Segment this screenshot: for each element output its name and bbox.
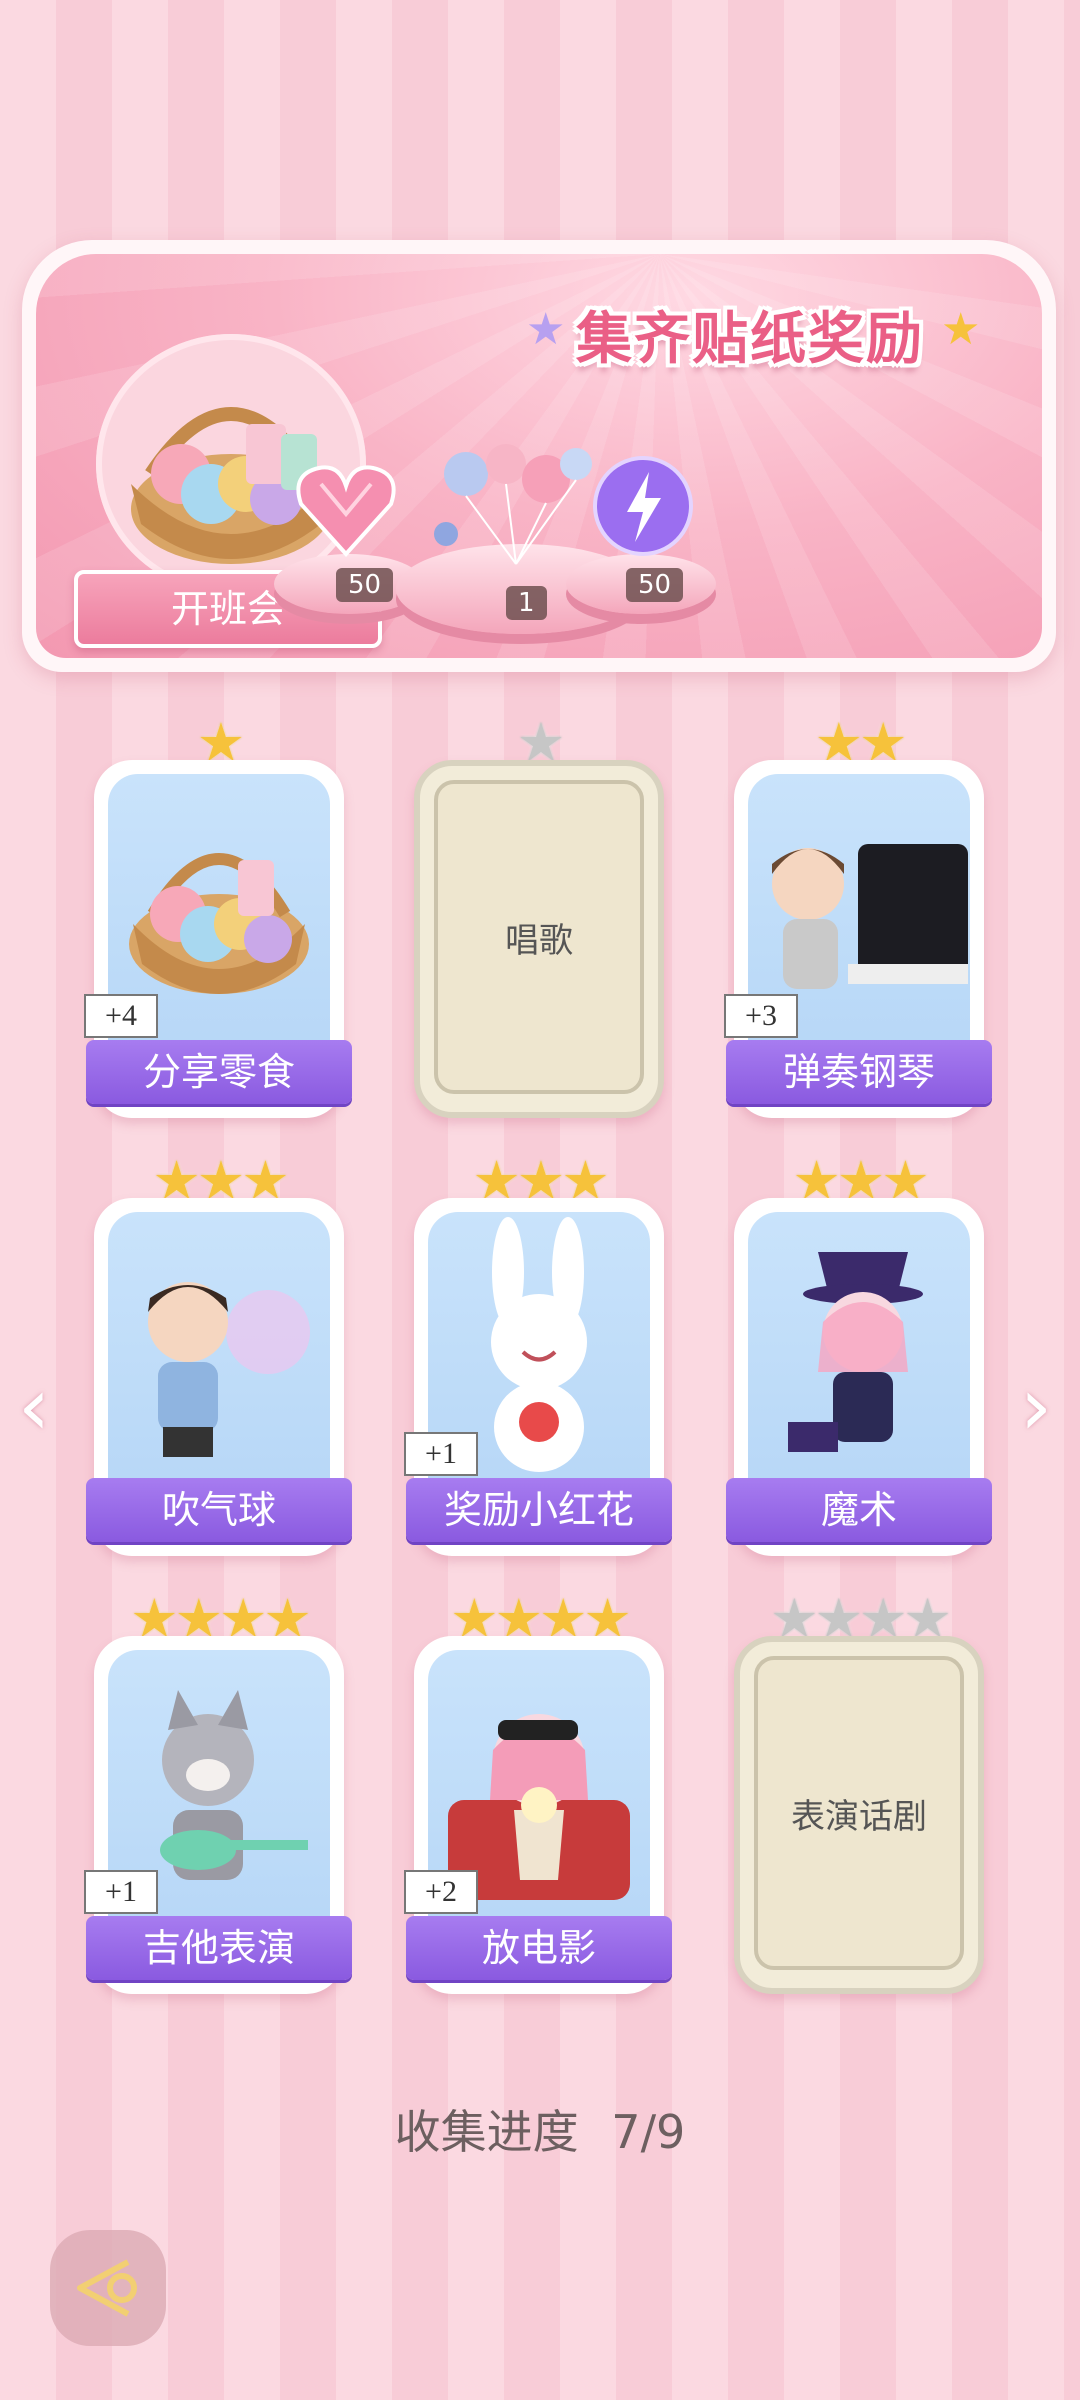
reward-banner-background: 集齐贴纸奖励 ★ ★ 开班会 50 1 50: [36, 254, 1042, 658]
star-deco-icon: ★: [941, 304, 981, 355]
locked-card-panel: 唱歌: [434, 780, 644, 1094]
locked-card-label: 表演话剧: [791, 1796, 927, 1837]
sticker-card[interactable]: ★★★★ 放电影 +2: [404, 1592, 672, 1996]
magician-girl-icon: [788, 1252, 923, 1452]
heart-gem-icon[interactable]: [291, 454, 401, 564]
chevron-left-icon[interactable]: ‹: [18, 1360, 50, 1453]
back-icon: [77, 2259, 137, 2317]
banner-title: 集齐贴纸奖励: [576, 307, 924, 372]
sticker-card[interactable]: ★ 分享零食 +4: [84, 716, 352, 1120]
bonus-count-badge: +4: [84, 994, 158, 1038]
card-label: 奖励小红花: [406, 1478, 672, 1542]
progress-value: 7/9: [611, 2105, 686, 2159]
collection-progress: 收集进度 7/9: [0, 2096, 1080, 2162]
reward-count: 1: [506, 586, 547, 620]
sticker-card[interactable]: ★★★★ 吉他表演 +1: [84, 1592, 352, 1996]
chevron-right-icon[interactable]: ›: [1020, 1360, 1052, 1453]
card-label: 吉他表演: [86, 1916, 352, 1980]
bonus-count-badge: +2: [404, 1870, 478, 1914]
reward-banner: 集齐贴纸奖励 ★ ★ 开班会 50 1 50: [22, 240, 1056, 672]
boy-bubble-icon: [148, 1282, 310, 1457]
star-deco-icon: ★: [526, 304, 566, 355]
sticker-card[interactable]: ★ 唱歌: [414, 716, 664, 1120]
bonus-count-badge: +1: [404, 1432, 478, 1476]
progress-label: 收集进度: [394, 2105, 579, 2159]
card-label: 魔术: [726, 1478, 992, 1542]
sticker-card[interactable]: ★★ 弹奏钢琴 +3: [724, 716, 992, 1120]
card-label: 放电影: [406, 1916, 672, 1980]
balloon-bundle-icon[interactable]: [426, 434, 616, 574]
sticker-card[interactable]: ★★★ 奖励小红花 +1: [404, 1154, 672, 1558]
back-button[interactable]: [50, 2230, 166, 2346]
locked-card-label: 唱歌: [505, 920, 573, 961]
bonus-count-badge: +3: [724, 994, 798, 1038]
card-label: 分享零食: [86, 1040, 352, 1104]
reward-count: 50: [336, 568, 394, 602]
energy-orb-icon[interactable]: [591, 454, 695, 558]
card-label: 吹气球: [86, 1478, 352, 1542]
sticker-card[interactable]: ★★★ 魔术: [726, 1154, 992, 1558]
locked-card-panel: 表演话剧: [754, 1656, 964, 1970]
bonus-count-badge: +1: [84, 1870, 158, 1914]
sticker-card[interactable]: ★★★★ 表演话剧: [734, 1592, 984, 1996]
sticker-card[interactable]: ★★★ 吹气球: [86, 1154, 352, 1558]
reward-count: 50: [626, 568, 684, 602]
card-label: 弹奏钢琴: [726, 1040, 992, 1104]
